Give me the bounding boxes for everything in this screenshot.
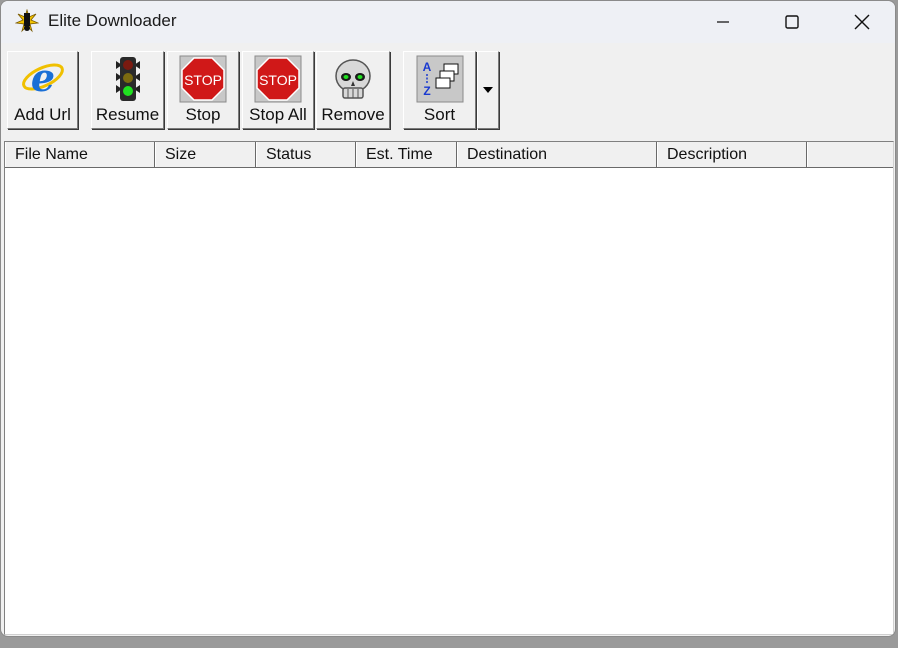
chevron-down-icon <box>483 87 493 93</box>
window-title: Elite Downloader <box>48 11 177 30</box>
resume-button[interactable]: Resume <box>91 51 164 129</box>
column-header-description[interactable]: Description <box>657 142 807 167</box>
stop-all-button[interactable]: STOP Stop All <box>242 51 314 129</box>
stop-sign-icon: STOP <box>254 55 302 103</box>
column-header-size[interactable]: Size <box>155 142 256 167</box>
list-header: File Name Size Status Est. Time Destinat… <box>5 142 893 168</box>
stop-sign-icon: STOP <box>179 55 227 103</box>
close-icon <box>854 14 870 30</box>
toolbar: e Add Url Resume STOP Stop STOP Stop All… <box>1 45 895 139</box>
close-button[interactable] <box>828 1 895 43</box>
internet-explorer-icon: e <box>21 55 64 100</box>
minimize-button[interactable] <box>689 1 757 43</box>
svg-text:STOP: STOP <box>184 72 222 88</box>
remove-button[interactable]: Remove <box>316 51 390 129</box>
maximize-button[interactable] <box>758 1 826 43</box>
add-url-button[interactable]: e Add Url <box>7 51 78 129</box>
column-header-est-time[interactable]: Est. Time <box>356 142 457 167</box>
sort-az-icon: A Z <box>416 55 463 103</box>
resume-label: Resume <box>95 105 160 124</box>
traffic-light-icon <box>115 57 140 101</box>
title-bar[interactable]: Elite Downloader <box>1 1 895 43</box>
svg-text:e: e <box>30 55 54 100</box>
remove-label: Remove <box>321 105 385 124</box>
skull-icon <box>335 59 371 99</box>
maximize-icon <box>785 15 799 29</box>
column-header-filler <box>807 142 893 167</box>
app-logo-icon <box>15 9 39 33</box>
column-header-status[interactable]: Status <box>256 142 356 167</box>
column-header-file-name[interactable]: File Name <box>5 142 155 167</box>
desktop-background <box>0 637 898 648</box>
column-header-destination[interactable]: Destination <box>457 142 657 167</box>
svg-text:Z: Z <box>423 84 430 98</box>
minimize-icon <box>717 21 729 23</box>
stop-label: Stop <box>185 105 221 124</box>
sort-dropdown-button[interactable] <box>477 51 499 129</box>
app-window: Elite Downloader e Add Url Resume STOP S… <box>0 0 896 637</box>
stop-all-label: Stop All <box>249 105 307 124</box>
download-list[interactable]: File Name Size Status Est. Time Destinat… <box>4 141 894 635</box>
svg-text:A: A <box>422 60 431 74</box>
svg-text:STOP: STOP <box>259 72 297 88</box>
stop-button[interactable]: STOP Stop <box>167 51 239 129</box>
sort-button[interactable]: A Z Sort <box>403 51 476 129</box>
add-url-label: Add Url <box>14 105 71 124</box>
sort-label: Sort <box>423 105 456 124</box>
